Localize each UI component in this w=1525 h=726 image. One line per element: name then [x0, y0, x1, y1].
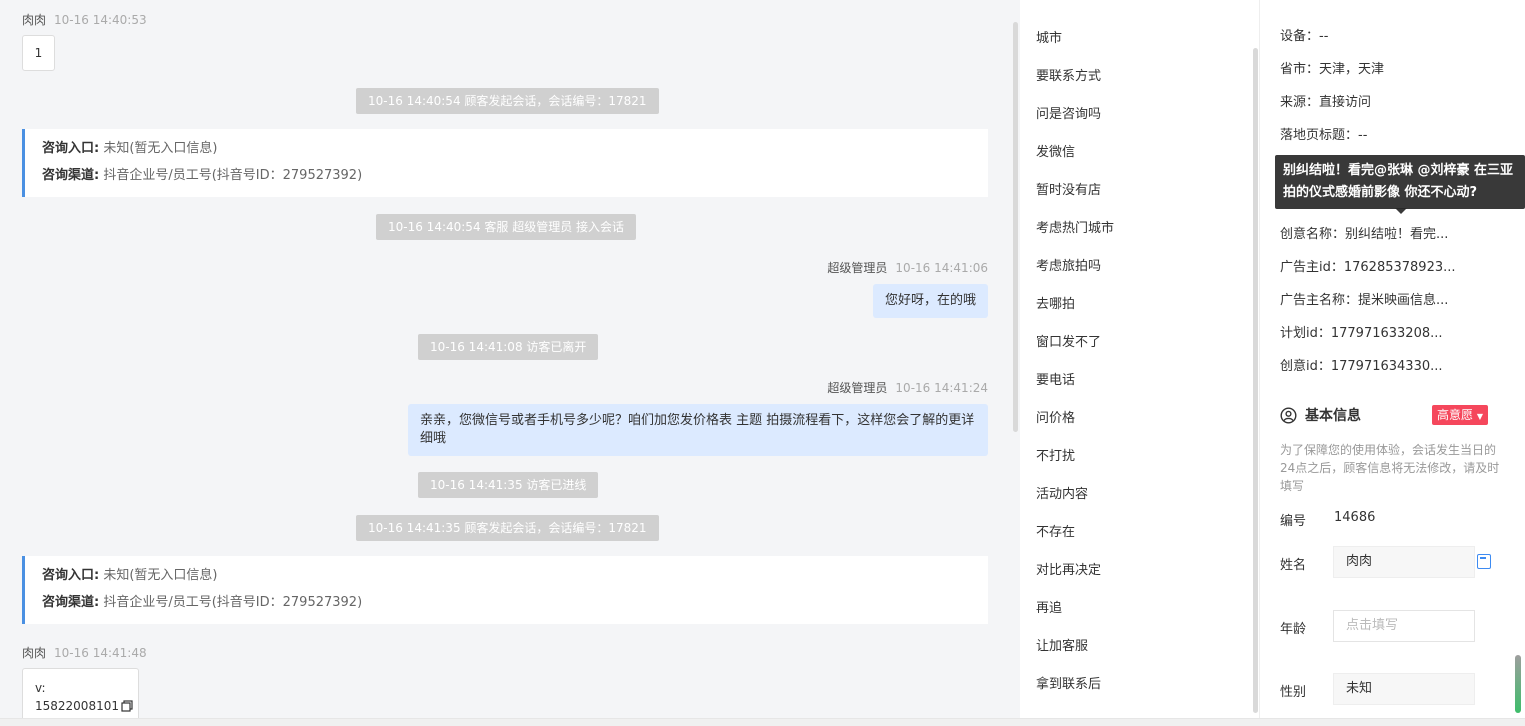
- panel-scrollbar[interactable]: [1515, 655, 1521, 713]
- quick-reply-list: 城市 要联系方式 问是咨询吗 发微信 暂时没有店 考虑热门城市 考虑旅拍吗 去哪…: [1020, 0, 1260, 726]
- quick-reply-item[interactable]: 要电话: [1036, 369, 1075, 388]
- agent-message: 您好呀，在的哦: [872, 284, 988, 318]
- customer-message: 1: [22, 35, 55, 71]
- id-value: 14686: [1334, 510, 1376, 525]
- quick-reply-item[interactable]: 暂时没有店: [1036, 179, 1101, 198]
- copy-icon[interactable]: [1477, 554, 1491, 569]
- quick-reply-item[interactable]: 考虑旅拍吗: [1036, 255, 1101, 274]
- quick-reply-item[interactable]: 去哪拍: [1036, 293, 1075, 312]
- message-header: 超级管理员 10-16 14:41:24: [827, 379, 988, 396]
- system-message: 10-16 14:41:35 顾客发起会话，会话编号：17821: [356, 515, 659, 541]
- quick-reply-item[interactable]: 拿到联系后: [1036, 673, 1101, 692]
- channel-value: 抖音企业号/员工号(抖音号ID：279527392): [103, 595, 363, 610]
- system-message: 10-16 14:40:54 顾客发起会话，会话编号：17821: [356, 88, 659, 114]
- landing-title-field: 落地页标题：--: [1280, 128, 1368, 143]
- bottom-bar: [0, 718, 1525, 726]
- sender-name: 肉肉: [22, 13, 47, 27]
- quick-reply-item[interactable]: 活动内容: [1036, 483, 1088, 502]
- message-time: 10-16 14:41:24: [895, 381, 988, 395]
- message-time: 10-16 14:40:53: [54, 13, 147, 27]
- agent-message: 亲亲，您微信号或者手机号多少呢？咱们加您发价格表 主题 拍摄流程看下，这样您会了…: [408, 404, 988, 456]
- tooltip-arrow: [1395, 208, 1407, 214]
- system-message: 10-16 14:41:35 访客已进线: [418, 472, 599, 498]
- advertiser-id-field: 广告主id：176285378923...: [1280, 260, 1456, 275]
- entry-value: 未知(暂无入口信息): [103, 141, 218, 156]
- channel-label: 咨询渠道:: [42, 595, 100, 610]
- gender-label: 性别: [1280, 685, 1307, 700]
- message-line: v:: [35, 681, 46, 695]
- message-time: 10-16 14:41:06: [895, 261, 988, 275]
- channel-value: 抖音企业号/员工号(抖音号ID：279527392): [103, 168, 363, 183]
- message-line: 15822008101: [35, 699, 119, 713]
- entry-label: 咨询入口:: [42, 141, 100, 156]
- quick-reply-item[interactable]: [1036, 0, 1040, 5]
- message-header: 肉肉 10-16 14:40:53: [22, 11, 147, 28]
- creative-name-tooltip: 别纠结啦！看完@张琳 @刘梓豪 在三亚拍的仪式感婚前影像 你还不心动?: [1275, 155, 1525, 209]
- name-field[interactable]: 肉肉: [1333, 546, 1475, 578]
- quick-reply-item[interactable]: 发微信: [1036, 141, 1075, 160]
- device-field: 设备：--: [1280, 29, 1329, 44]
- user-circle-icon: [1280, 406, 1297, 424]
- name-label: 姓名: [1280, 558, 1307, 573]
- entry-label: 咨询入口:: [42, 568, 100, 583]
- gender-select[interactable]: 未知: [1333, 673, 1475, 705]
- sender-name: 超级管理员: [827, 261, 888, 275]
- creative-id-field: 创意id：177971634330...: [1280, 359, 1443, 374]
- id-label: 编号: [1280, 514, 1307, 529]
- message-header: 超级管理员 10-16 14:41:06: [827, 259, 988, 276]
- quick-reply-item[interactable]: 再追: [1036, 597, 1062, 616]
- customer-info-panel: 设备：-- 省市：天津，天津 来源：直接访问 落地页标题：-- 创意名称：别纠结…: [1260, 0, 1525, 726]
- quick-reply-item[interactable]: 问是咨询吗: [1036, 103, 1101, 122]
- advertiser-name-field: 广告主名称：提米映画信息...: [1280, 293, 1449, 308]
- basic-info-header: 基本信息: [1280, 405, 1361, 425]
- channel-label: 咨询渠道:: [42, 168, 100, 183]
- intent-level-label: 高意愿: [1437, 408, 1474, 422]
- customer-message: v: 15822008101: [22, 668, 139, 722]
- message-header: 肉肉 10-16 14:41:48: [22, 644, 147, 661]
- chat-panel: 肉肉 10-16 14:40:53 1 10-16 14:40:54 顾客发起会话…: [0, 0, 1012, 726]
- creative-name-field: 创意名称：别纠结啦！看完...: [1280, 227, 1449, 242]
- province-city-field: 省市：天津，天津: [1280, 62, 1385, 77]
- intent-level-dropdown[interactable]: 高意愿 ▼: [1432, 405, 1488, 425]
- message-time: 10-16 14:41:48: [54, 646, 147, 660]
- sender-name: 肉肉: [22, 646, 47, 660]
- consult-info-card: 咨询入口: 未知(暂无入口信息) 咨询渠道: 抖音企业号/员工号(抖音号ID：2…: [22, 556, 988, 624]
- chat-scrollbar[interactable]: [1013, 22, 1018, 432]
- age-label: 年龄: [1280, 622, 1307, 637]
- quick-reply-scrollbar[interactable]: [1253, 48, 1258, 713]
- consult-info-card: 咨询入口: 未知(暂无入口信息) 咨询渠道: 抖音企业号/员工号(抖音号ID：2…: [22, 129, 988, 197]
- system-message: 10-16 14:40:54 客服 超级管理员 接入会话: [376, 214, 637, 240]
- quick-reply-item[interactable]: 城市: [1036, 27, 1062, 46]
- system-message: 10-16 14:41:08 访客已离开: [418, 334, 599, 360]
- caret-down-icon: ▼: [1476, 412, 1483, 421]
- quick-reply-item[interactable]: 窗口发不了: [1036, 331, 1101, 350]
- quick-reply-item[interactable]: 问价格: [1036, 407, 1075, 426]
- quick-reply-item[interactable]: 对比再决定: [1036, 559, 1101, 578]
- age-field[interactable]: 点击填写: [1333, 610, 1475, 642]
- plan-id-field: 计划id：177971633208...: [1280, 326, 1443, 341]
- quick-reply-item[interactable]: 让加客服: [1036, 635, 1088, 654]
- edit-notice: 为了保障您的使用体验，会话发生当日的24点之后，顾客信息将无法修改，请及时填写: [1280, 443, 1500, 493]
- quick-reply-item[interactable]: 考虑热门城市: [1036, 217, 1114, 236]
- sender-name: 超级管理员: [827, 381, 888, 395]
- entry-value: 未知(暂无入口信息): [103, 568, 218, 583]
- quick-reply-item[interactable]: 要联系方式: [1036, 65, 1101, 84]
- source-field: 来源：直接访问: [1280, 95, 1372, 110]
- quick-reply-item[interactable]: 不存在: [1036, 521, 1075, 540]
- basic-info-title: 基本信息: [1305, 408, 1361, 424]
- quick-reply-item[interactable]: 不打扰: [1036, 445, 1075, 464]
- copy-icon[interactable]: [121, 700, 133, 712]
